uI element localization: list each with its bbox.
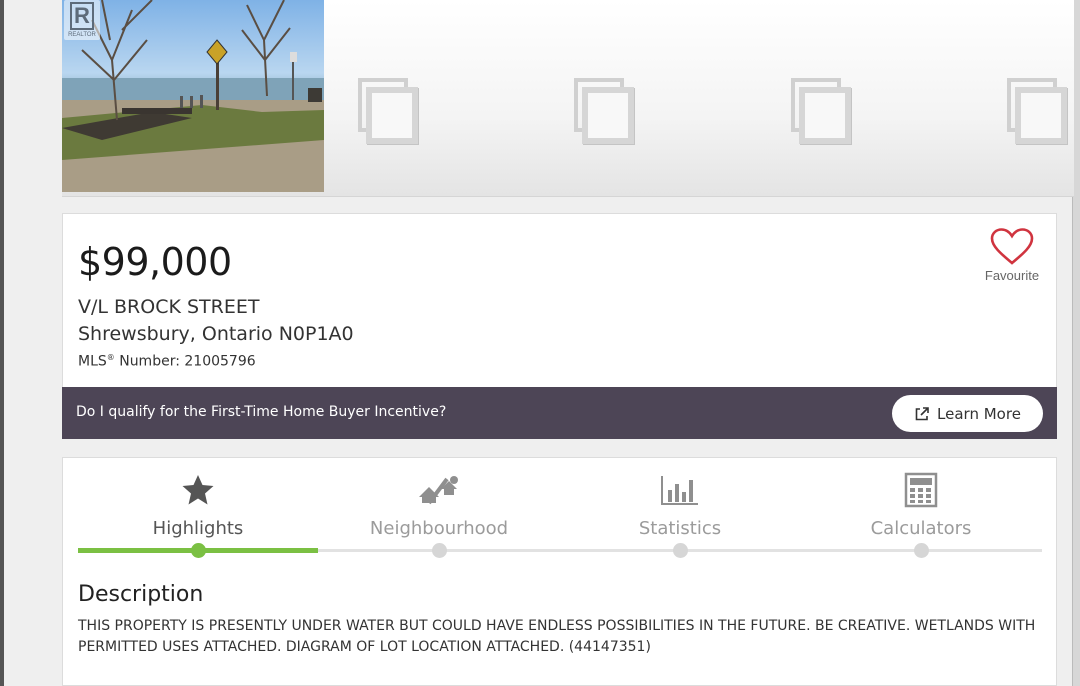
page-frame: R REALTOR $99,000 V/L BROCK STREET Shrew… (0, 0, 1080, 686)
photo-gallery: R REALTOR (62, 0, 1074, 197)
heart-icon (990, 228, 1034, 265)
mls-number-value: Number: 21005796 (114, 353, 256, 370)
description-text: THIS PROPERTY IS PRESENTLY UNDER WATER B… (78, 618, 1036, 655)
registered-mark: ® (106, 353, 115, 362)
tab-statistics[interactable]: Statistics (560, 470, 800, 539)
realtor-logo-mark: R (70, 2, 94, 30)
tab-calculators[interactable]: Calculators (801, 470, 1041, 539)
photo-stack-icon[interactable] (1007, 78, 1069, 146)
tab-indicator-dot[interactable] (432, 543, 447, 558)
tab-label: Neighbourhood (369, 518, 509, 539)
favourite-label: Favourite (984, 268, 1040, 283)
external-link-icon (915, 406, 929, 420)
incentive-banner: Do I qualify for the First-Time Home Buy… (62, 387, 1057, 439)
window-left-edge (0, 0, 4, 686)
tab-indicator-dot[interactable] (191, 543, 206, 558)
realtor-logo-caption: REALTOR (68, 32, 96, 38)
city-province-postal: Shrewsbury, Ontario N0P1A0 (78, 323, 354, 345)
listing-summary-card: $99,000 V/L BROCK STREET Shrewsbury, Ont… (62, 213, 1057, 387)
bar-chart-icon (661, 476, 698, 505)
realtor-logo: R REALTOR (64, 0, 100, 40)
listing-price: $99,000 (78, 240, 232, 284)
photo-stack-icon[interactable] (574, 78, 636, 146)
photo-stack-icon[interactable] (358, 78, 420, 146)
star-icon (182, 475, 214, 505)
photo-stack-icon[interactable] (791, 78, 853, 146)
learn-more-button[interactable]: Learn More (892, 395, 1043, 432)
tab-neighbourhood[interactable]: Neighbourhood (319, 470, 559, 539)
street-address: V/L BROCK STREET (78, 296, 260, 318)
details-card: Highlights Neighbourhood Statistics Calc… (62, 457, 1057, 686)
calculator-icon (904, 472, 938, 508)
tab-indicator-dot[interactable] (673, 543, 688, 558)
incentive-question: Do I qualify for the First-Time Home Buy… (76, 404, 447, 420)
lakeshore-photo (62, 0, 324, 192)
learn-more-label: Learn More (937, 404, 1021, 423)
tab-label: Highlights (152, 518, 244, 539)
neighbourhood-icon (419, 476, 458, 505)
tab-label: Calculators (870, 518, 972, 539)
mls-label: MLS (78, 353, 107, 370)
favourite-button[interactable]: Favourite (980, 228, 1044, 283)
description-heading: Description (78, 582, 204, 607)
tab-label: Statistics (638, 518, 722, 539)
tab-highlights[interactable]: Highlights (78, 470, 318, 539)
mls-number: MLS® Number: 21005796 (78, 353, 256, 370)
main-listing-photo[interactable]: R REALTOR (62, 0, 324, 192)
tab-indicator-dot[interactable] (914, 543, 929, 558)
